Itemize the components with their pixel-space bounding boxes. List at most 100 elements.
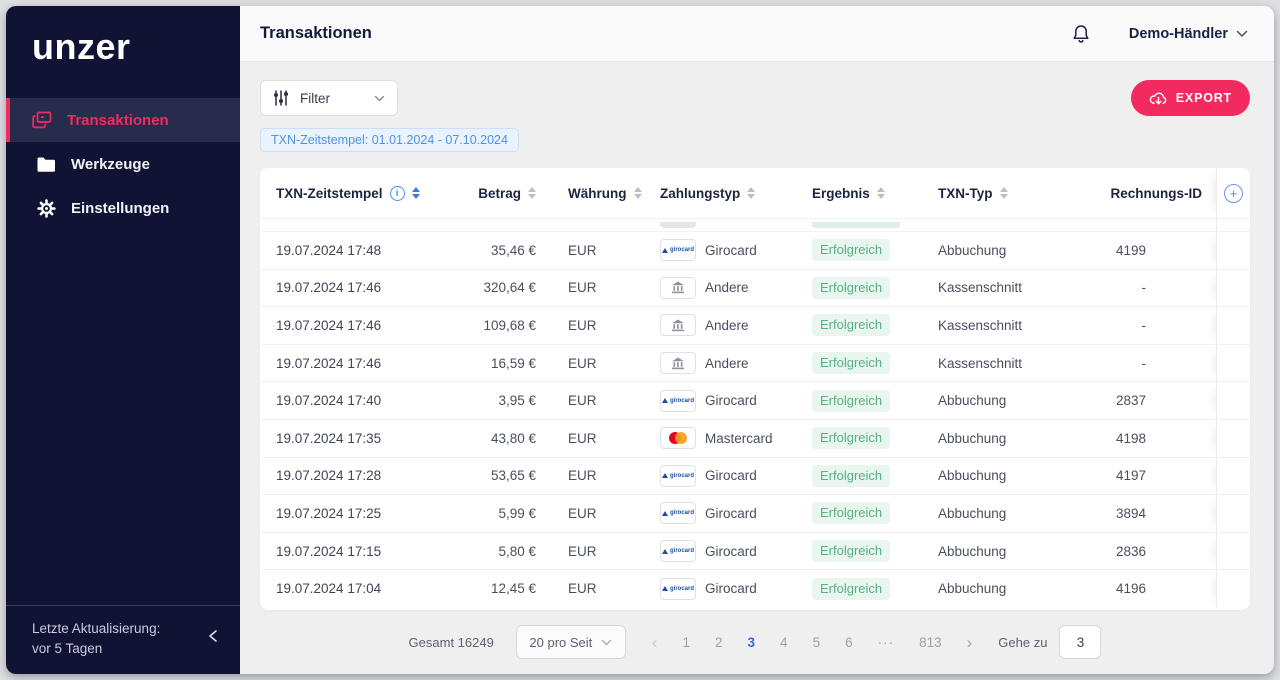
txn-type-cell: Abbuchung <box>924 393 1060 408</box>
page-size-select[interactable]: 20 pro Seit <box>516 625 626 659</box>
sidebar-nav: Transaktionen Werkzeuge Einstellungen <box>6 98 240 230</box>
payment-type-label: Andere <box>705 318 749 333</box>
sort-icon[interactable] <box>747 187 755 199</box>
txn-timestamp-cell: 19.07.2024 17:48 <box>260 243 446 258</box>
column-label: Währung <box>568 186 627 201</box>
payment-type-cell: Mastercard <box>646 427 798 449</box>
payment-type-label: Girocard <box>705 506 757 521</box>
payment-type-cell: girocard Girocard <box>646 465 798 487</box>
amount-cell: 5,99 € <box>446 506 554 521</box>
page-number-813[interactable]: 813 <box>919 635 942 650</box>
clipped-result-badge <box>812 222 900 228</box>
sort-icon[interactable] <box>634 187 642 199</box>
account-menu[interactable]: Demo-Händler <box>1129 26 1248 42</box>
result-cell: Erfolgreich <box>798 390 924 412</box>
table-row[interactable]: 19.07.2024 17:04 12,45 € EUR girocard Gi… <box>260 569 1250 607</box>
collapse-sidebar-icon[interactable] <box>204 625 222 652</box>
row-action-cell <box>1216 458 1250 495</box>
sidebar-item-werkzeuge[interactable]: Werkzeuge <box>6 142 240 186</box>
column-header[interactable]: Zahlungstyp <box>646 186 798 201</box>
payment-type-cell: Andere <box>646 277 798 299</box>
info-icon[interactable] <box>390 186 405 201</box>
txn-timestamp-filter-chip[interactable]: TXN-Zeitstempel: 01.01.2024 - 07.10.2024 <box>260 128 519 152</box>
row-action-cell <box>1216 345 1250 382</box>
export-button[interactable]: EXPORT <box>1131 80 1250 116</box>
sort-icon[interactable] <box>528 187 536 199</box>
payment-type-cell: girocard Girocard <box>646 502 798 524</box>
girocard-icon: girocard <box>660 578 696 600</box>
column-header[interactable]: TXN-Typ <box>924 186 1060 201</box>
txn-type-cell: Abbuchung <box>924 468 1060 483</box>
goto-page-input[interactable] <box>1059 625 1101 659</box>
folder-icon <box>36 156 56 173</box>
table-row[interactable]: 19.07.2024 17:46 16,59 € EUR Andere Erfo… <box>260 344 1250 382</box>
column-header[interactable]: Rechnungs-ID <box>1060 186 1216 201</box>
notifications-bell-icon[interactable] <box>1071 23 1091 45</box>
table-row[interactable]: 19.07.2024 17:25 5,99 € EUR girocard Gir… <box>260 494 1250 532</box>
result-badge: Erfolgreich <box>812 465 890 487</box>
sidebar-item-einstellungen[interactable]: Einstellungen <box>6 186 240 230</box>
page-number-1[interactable]: 1 <box>683 635 691 650</box>
sidebar-item-label: Werkzeuge <box>71 156 150 173</box>
table-row[interactable]: 19.07.2024 17:46 320,64 € EUR Andere Erf… <box>260 269 1250 307</box>
txn-type-cell: Abbuchung <box>924 506 1060 521</box>
sort-icon[interactable] <box>877 187 885 199</box>
page-number-5[interactable]: 5 <box>813 635 821 650</box>
currency-cell: EUR <box>554 318 646 333</box>
txn-type-cell: Kassenschnitt <box>924 356 1060 371</box>
topbar: Transaktionen Demo-Händler <box>240 6 1274 62</box>
currency-cell: EUR <box>554 468 646 483</box>
row-action-cell <box>1216 382 1250 419</box>
amount-cell: 16,59 € <box>446 356 554 371</box>
row-action-cell <box>1216 495 1250 532</box>
txn-timestamp-cell: 19.07.2024 17:40 <box>260 393 446 408</box>
table-row[interactable]: 19.07.2024 17:35 43,80 € EUR Mastercard … <box>260 419 1250 457</box>
row-action-cell <box>1216 420 1250 457</box>
column-label: TXN-Typ <box>938 186 993 201</box>
payment-type-cell: girocard Girocard <box>646 390 798 412</box>
invoice-id-cell: - <box>1060 280 1216 295</box>
payment-type-label: Andere <box>705 356 749 371</box>
txn-timestamp-cell: 19.07.2024 17:46 <box>260 318 446 333</box>
sidebar: unzer Transaktionen Werkzeuge Einstellun… <box>6 6 240 674</box>
payment-type-cell: girocard Girocard <box>646 578 798 600</box>
page-number-4[interactable]: 4 <box>780 635 788 650</box>
add-column-icon[interactable] <box>1224 184 1243 203</box>
column-label: Ergebnis <box>812 186 870 201</box>
column-header[interactable]: Ergebnis <box>798 186 924 201</box>
table-row[interactable]: 19.07.2024 17:48 35,46 € EUR girocard Gi… <box>260 231 1250 269</box>
column-header[interactable]: Währung <box>554 186 646 201</box>
sort-icon[interactable] <box>1000 187 1008 199</box>
page-number-2[interactable]: 2 <box>715 635 723 650</box>
sort-icon[interactable] <box>412 187 420 199</box>
page-number-6[interactable]: 6 <box>845 635 853 650</box>
currency-cell: EUR <box>554 243 646 258</box>
result-badge: Erfolgreich <box>812 277 890 299</box>
column-header[interactable]: Betrag <box>446 186 554 201</box>
invoice-id-cell: - <box>1060 356 1216 371</box>
payment-type-label: Girocard <box>705 581 757 596</box>
page-number-3[interactable]: 3 <box>748 635 756 650</box>
chevron-down-icon <box>1236 30 1248 38</box>
invoice-id-cell: 4198 <box>1060 431 1216 446</box>
table-row-partial[interactable] <box>260 218 1250 231</box>
table-row[interactable]: 19.07.2024 17:15 5,80 € EUR girocard Gir… <box>260 532 1250 570</box>
next-page-icon[interactable]: › <box>967 634 973 651</box>
result-cell: Erfolgreich <box>798 277 924 299</box>
filter-button[interactable]: Filter <box>260 80 398 116</box>
gear-icon <box>36 199 56 218</box>
previous-page-icon[interactable]: ‹ <box>652 634 658 651</box>
chevron-down-icon <box>374 95 385 102</box>
amount-cell: 12,45 € <box>446 581 554 596</box>
girocard-icon: girocard <box>660 390 696 412</box>
main-area: Transaktionen Demo-Händler Filter <box>240 6 1274 674</box>
table-row[interactable]: 19.07.2024 17:40 3,95 € EUR girocard Gir… <box>260 381 1250 419</box>
payment-type-cell: girocard Girocard <box>646 540 798 562</box>
column-header[interactable]: TXN-Zeitstempel <box>260 186 446 201</box>
table-row[interactable]: 19.07.2024 17:28 53,65 € EUR girocard Gi… <box>260 457 1250 495</box>
sidebar-item-transaktionen[interactable]: Transaktionen <box>6 98 240 142</box>
table-row[interactable]: 19.07.2024 17:46 109,68 € EUR Andere Erf… <box>260 306 1250 344</box>
invoice-id-cell: 2837 <box>1060 393 1216 408</box>
currency-cell: EUR <box>554 544 646 559</box>
table-body: 19.07.2024 17:48 35,46 € EUR girocard Gi… <box>260 231 1250 607</box>
